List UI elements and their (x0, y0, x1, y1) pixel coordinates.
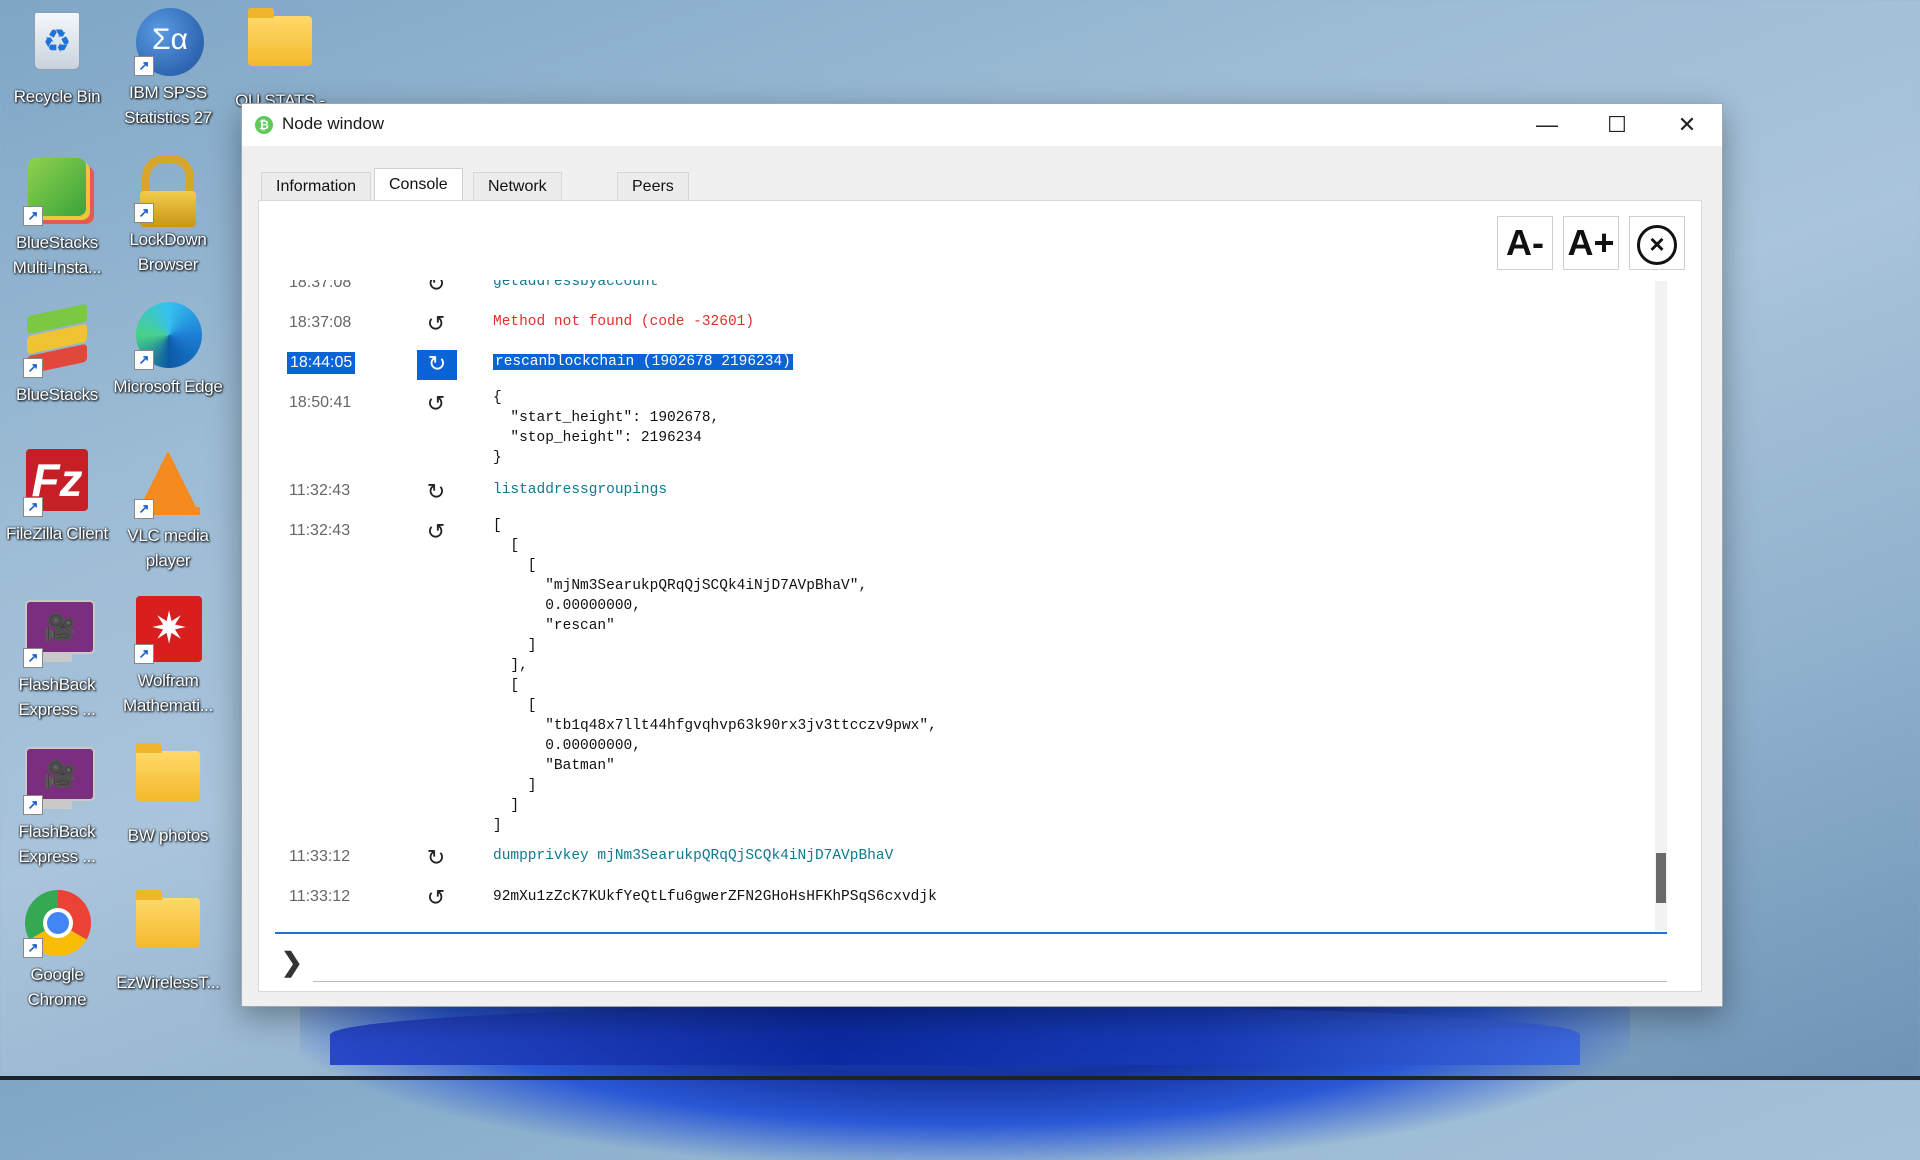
command-arrow-icon: ↻ (426, 846, 446, 871)
row-message: { "start_height": 1902678, "stop_height"… (493, 390, 720, 466)
bitcoin-icon: ₿ (255, 116, 273, 134)
filezilla-icon: Fz ↗ (23, 449, 89, 517)
desktop-icon-recycle-bin[interactable]: ♻ Recycle Bin (2, 8, 112, 109)
row-timestamp: 11:33:12 (289, 848, 351, 865)
desktop-icon-bluestacks[interactable]: ↗ BlueStacks (2, 302, 112, 407)
desktop-icon-label: EzWirelessT... (116, 973, 220, 992)
recycle-bin-icon: ♻ (25, 12, 89, 76)
prompt-chevron-icon: ❯ (281, 947, 303, 977)
console-output[interactable]: 18:37:08 ↻ getaddressbyaccount 18:37:08 … (275, 280, 1667, 934)
lock-icon: ↗ (134, 155, 200, 227)
taskbar-edge (0, 1076, 1920, 1080)
command-input[interactable] (313, 941, 1667, 982)
desktop-icon-ezwireless[interactable]: EzWirelessT... (113, 890, 223, 995)
chrome-icon: ↗ (23, 890, 91, 958)
command-arrow-icon: ↻ (426, 480, 446, 505)
clear-icon: × (1637, 225, 1677, 265)
tab-information[interactable]: Information (261, 172, 372, 201)
bluestacks-multi-icon: ↗ (23, 158, 89, 226)
reply-arrow-icon: ↺ (426, 312, 446, 337)
tab-network-traffic[interactable]: Network Traffic (473, 172, 562, 223)
wolfram-icon: ✷ ↗ (134, 596, 202, 664)
window-title: Node window (282, 114, 385, 133)
row-timestamp: 18:44:05 (287, 352, 356, 374)
folder-icon (136, 890, 200, 962)
command-arrow-icon: ↻ (426, 280, 446, 297)
row-message: dumpprivkey mjNm3SearukpQRqQjSCQk4iNjD7A… (493, 848, 894, 864)
desktop-icon-label: FlashBack Express ... (18, 822, 96, 866)
desktop-icon-label: BlueStacks Multi-Insta... (12, 233, 102, 277)
font-increase-button[interactable]: A+ (1563, 216, 1619, 270)
desktop-icon-wolfram[interactable]: ✷ ↗ Wolfram Mathemati... (113, 596, 223, 718)
tab-console[interactable]: Console (374, 168, 463, 201)
desktop-icon-label: FlashBack Express ... (18, 675, 96, 719)
spss-icon: Σα ↗ (134, 8, 204, 76)
minimize-button[interactable]: — (1512, 104, 1582, 146)
desktop-icon-bw-photos[interactable]: BW photos (113, 743, 223, 848)
row-message: Method not found (code -32601) (493, 314, 755, 330)
desktop-icon-spss[interactable]: Σα ↗ IBM SPSS Statistics 27 (113, 8, 223, 130)
desktop-icon-label: Microsoft Edge (113, 377, 223, 396)
desktop-icon-label: Wolfram Mathemati... (123, 671, 213, 715)
desktop-icon-edge[interactable]: ↗ Microsoft Edge (113, 302, 223, 399)
row-message: getaddressbyaccount (493, 280, 659, 290)
desktop-icon-flashback-2[interactable]: 🎥 ↗ FlashBack Express ... (2, 743, 112, 869)
scrollbar-thumb[interactable] (1656, 853, 1666, 903)
command-input-row: ❯ (275, 937, 1667, 985)
console-scrollbar[interactable] (1655, 281, 1667, 931)
row-timestamp: 11:33:12 (289, 888, 351, 905)
desktop-icon-label: VLC media player (127, 526, 209, 570)
desktop-icon-label: LockDown Browser (129, 230, 207, 274)
command-arrow-icon: ↻ (417, 350, 457, 380)
row-message: 92mXu1zZcK7KUkfYeQtLfu6gwerZFN2GHoHsHFKh… (493, 889, 937, 905)
desktop-icon-label: BlueStacks (15, 385, 99, 404)
maximize-button[interactable]: ☐ (1582, 104, 1652, 146)
folder-icon (136, 743, 200, 815)
desktop-icon-filezilla[interactable]: Fz ↗ FileZilla Client (2, 449, 112, 546)
font-decrease-button[interactable]: A- (1497, 216, 1553, 270)
row-timestamp: 18:50:41 (289, 394, 352, 411)
node-window: ₿ Node window — ☐ ✕ Information Console … (241, 103, 1723, 1007)
desktop-icon-ou-stats[interactable]: OU STATS - (225, 8, 335, 113)
window-body: Information Console Network Traffic Peer… (242, 146, 1722, 1006)
desktop-icon-bluestacks-multi[interactable]: ↗ BlueStacks Multi-Insta... (2, 155, 112, 280)
flashback-icon: 🎥 ↗ (23, 600, 95, 668)
desktop-icon-label: Google Chrome (27, 965, 87, 1009)
row-timestamp: 18:37:08 (289, 314, 352, 331)
tab-peers[interactable]: Peers (617, 172, 689, 201)
row-message: rescanblockchain (1902678 2196234) (493, 354, 793, 370)
console-panel: A- A+ × 18:37:08 ↻ getaddressbyaccount 1… (258, 200, 1702, 992)
reply-arrow-icon: ↺ (426, 392, 446, 417)
desktop-icon-label: IBM SPSS Statistics 27 (124, 83, 212, 127)
close-button[interactable]: ✕ (1652, 104, 1722, 146)
folder-icon (248, 8, 312, 80)
reply-arrow-icon: ↺ (426, 886, 446, 911)
desktop-icon-label: BW photos (127, 826, 209, 845)
desktop-icon-label: Recycle Bin (13, 87, 101, 106)
flashback-icon: 🎥 ↗ (23, 747, 95, 815)
reply-arrow-icon: ↺ (426, 520, 446, 545)
bluestacks-icon: ↗ (23, 303, 89, 378)
vlc-cone-icon: ↗ (134, 451, 200, 519)
wallpaper-bloom-edge (330, 1005, 1580, 1065)
row-timestamp: 11:32:43 (289, 522, 351, 539)
row-message: [ [ [ "mjNm3SearukpQRqQjSCQk4iNjD7AVpBha… (493, 518, 937, 834)
desktop-icon-lockdown[interactable]: ↗ LockDown Browser (113, 155, 223, 277)
edge-icon: ↗ (134, 302, 202, 370)
desktop-icon-label: FileZilla Client (6, 524, 108, 543)
clear-console-button[interactable]: × (1629, 216, 1685, 270)
row-message: listaddressgroupings (493, 482, 668, 498)
desktop-icon-vlc[interactable]: ↗ VLC media player (113, 449, 223, 573)
row-timestamp: 18:37:08 (289, 280, 352, 291)
desktop-icon-chrome[interactable]: ↗ Google Chrome (2, 890, 112, 1012)
desktop-icon-flashback-1[interactable]: 🎥 ↗ FlashBack Express ... (2, 596, 112, 722)
row-timestamp: 11:32:43 (289, 482, 351, 499)
title-bar[interactable]: ₿ Node window — ☐ ✕ (242, 104, 1722, 146)
